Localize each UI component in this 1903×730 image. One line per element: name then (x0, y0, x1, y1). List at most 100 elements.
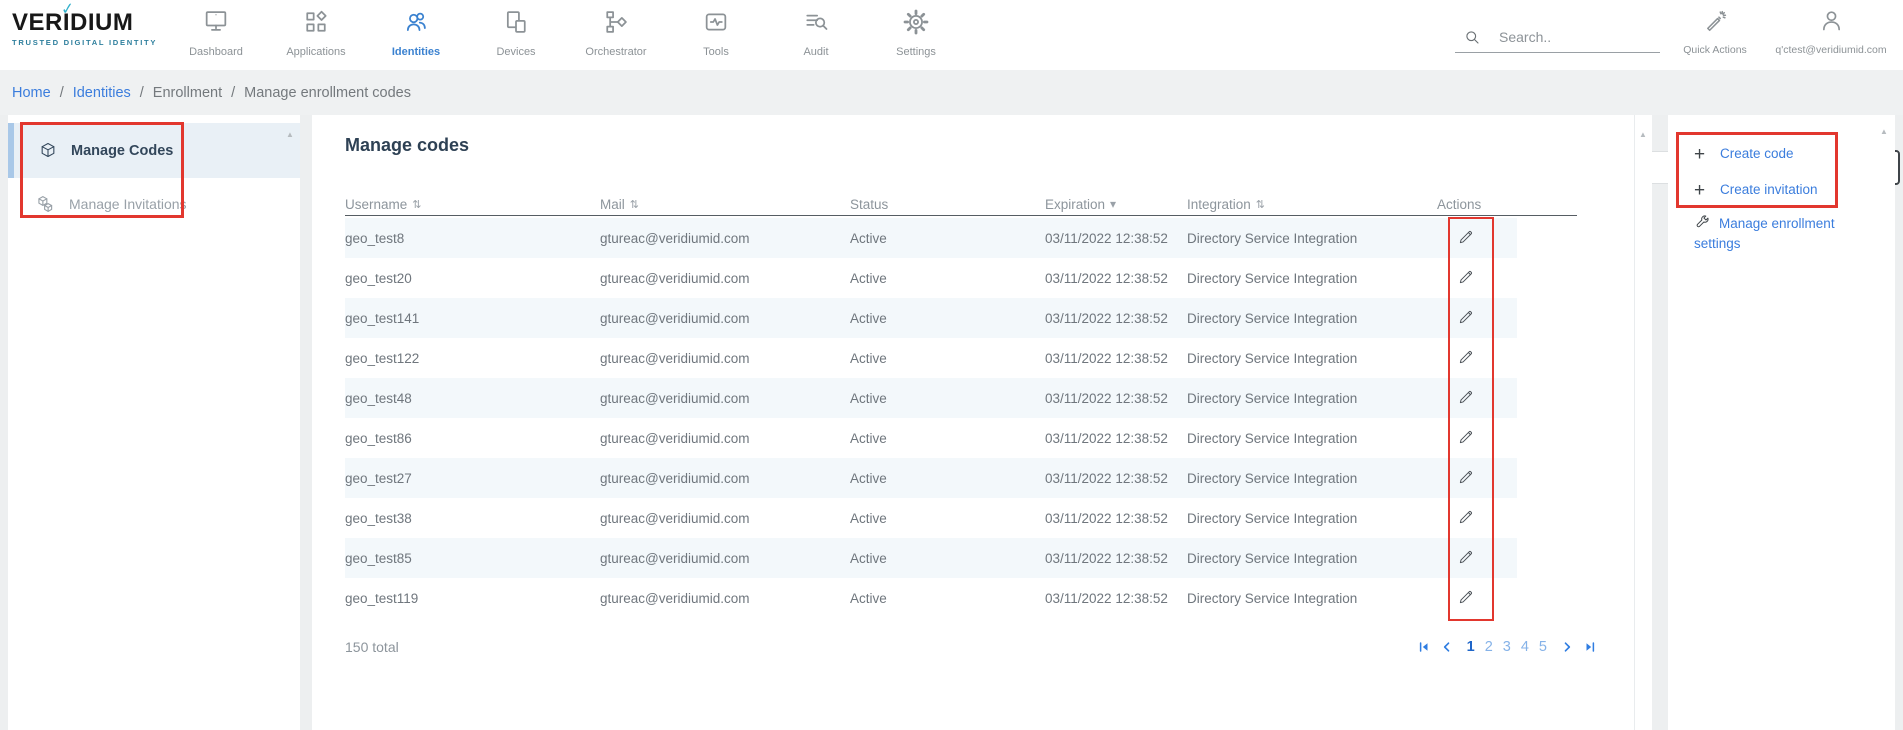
column-header-status[interactable]: Status (850, 197, 1045, 212)
column-header-integration[interactable]: Integration ⇅ (1187, 197, 1437, 212)
nav-item-applications[interactable]: Applications (266, 4, 366, 58)
page-link-3[interactable]: 3 (1503, 639, 1511, 655)
edit-code-button[interactable] (1457, 388, 1475, 406)
nav-item-dashboard[interactable]: Dashboard (166, 4, 266, 58)
edit-code-button[interactable] (1457, 348, 1475, 366)
cell-mail: gtureac@veridiumid.com (600, 551, 850, 566)
page-numbers: 12345 (1467, 639, 1547, 655)
scroll-up-icon[interactable]: ▲ (286, 130, 294, 139)
column-header-username[interactable]: Username ⇅ (345, 197, 600, 212)
last-page-button[interactable] (1583, 640, 1597, 654)
cell-integration: Directory Service Integration (1187, 591, 1437, 606)
cubes-icon (35, 194, 56, 215)
table-row: geo_test20 gtureac@veridiumid.com Active… (345, 258, 1517, 298)
cell-status: Active (850, 471, 1045, 486)
cell-status: Active (850, 511, 1045, 526)
cell-expiration: 03/11/2022 12:38:52 (1045, 231, 1187, 246)
page-link-1[interactable]: 1 (1467, 639, 1475, 655)
edit-code-button[interactable] (1457, 508, 1475, 526)
cell-username: geo_test38 (345, 511, 600, 526)
nav-item-devices[interactable]: Devices (466, 4, 566, 58)
nav-item-tools[interactable]: Tools (666, 4, 766, 58)
cell-integration: Directory Service Integration (1187, 511, 1437, 526)
previous-page-icon (1440, 640, 1454, 654)
cell-username: geo_test8 (345, 231, 600, 246)
scroll-up-icon[interactable]: ▲ (1880, 127, 1888, 136)
edit-code-button[interactable] (1457, 308, 1475, 326)
cell-actions (1437, 228, 1517, 249)
next-page-button[interactable] (1560, 640, 1574, 654)
breadcrumb-enrollment: Enrollment (153, 85, 222, 101)
edit-code-button[interactable] (1457, 428, 1475, 446)
cell-mail: gtureac@veridiumid.com (600, 431, 850, 446)
cell-status: Active (850, 551, 1045, 566)
tools-icon (702, 8, 730, 36)
nav-item-identities[interactable]: Identities (366, 4, 466, 58)
primary-nav: Dashboard Applications Identities Device… (166, 4, 966, 58)
pencil-icon (1457, 428, 1475, 446)
brand-tagline: TRUSTED DIGITAL IDENTITY (12, 38, 162, 47)
global-search-input[interactable] (1497, 28, 1637, 46)
edit-code-button[interactable] (1457, 588, 1475, 606)
cell-status: Active (850, 591, 1045, 606)
nav-item-settings[interactable]: Settings (866, 4, 966, 58)
veridium-admin-screen: VERIDIUM ✓ TRUSTED DIGITAL IDENTITY Dash… (0, 0, 1903, 730)
cell-mail: gtureac@veridiumid.com (600, 511, 850, 526)
create-invitation-link[interactable]: +Create invitation (1694, 180, 1858, 200)
nav-item-orchestrator[interactable]: Orchestrator (566, 4, 666, 58)
right-panel: +Create code +Create invitation Manage e… (1668, 115, 1895, 730)
identities-icon (402, 8, 430, 36)
nav-item-label: Orchestrator (585, 46, 646, 58)
table-row: geo_test141 gtureac@veridiumid.com Activ… (345, 298, 1517, 338)
user-menu[interactable]: q'ctest@veridiumid.com (1768, 7, 1894, 56)
manage-enrollment-settings-link[interactable]: Manage enrollment settings (1694, 214, 1858, 254)
cell-mail: gtureac@veridiumid.com (600, 391, 850, 406)
column-header-label: Integration (1187, 197, 1251, 212)
column-header-label: Status (850, 197, 888, 212)
cell-username: geo_test20 (345, 271, 600, 286)
cell-status: Active (850, 311, 1045, 326)
cell-expiration: 03/11/2022 12:38:52 (1045, 511, 1187, 526)
create-code-link[interactable]: +Create code (1694, 144, 1858, 164)
table-row: geo_test48 gtureac@veridiumid.com Active… (345, 378, 1517, 418)
page-link-5[interactable]: 5 (1539, 639, 1547, 655)
nav-item-label: Tools (703, 46, 729, 58)
page-link-2[interactable]: 2 (1485, 639, 1493, 655)
edit-code-button[interactable] (1457, 268, 1475, 286)
sort-icon: ⇅ (1256, 198, 1265, 211)
edit-code-button[interactable] (1457, 468, 1475, 486)
column-header-actions[interactable]: Actions (1437, 197, 1517, 212)
previous-page-button[interactable] (1440, 640, 1454, 654)
cell-expiration: 03/11/2022 12:38:52 (1045, 311, 1187, 326)
edit-code-button[interactable] (1457, 548, 1475, 566)
column-header-label: Mail (600, 197, 625, 212)
column-header-expiration[interactable]: Expiration ▾ (1045, 197, 1187, 212)
nav-item-audit[interactable]: Audit (766, 4, 866, 58)
user-icon (1818, 7, 1845, 34)
breadcrumb-home[interactable]: Home (12, 85, 51, 101)
gear-icon (902, 8, 930, 36)
cell-mail: gtureac@veridiumid.com (600, 471, 850, 486)
magic-wand-icon (1703, 9, 1728, 34)
scroll-up-icon[interactable]: ▲ (1639, 130, 1647, 139)
veridium-logo[interactable]: VERIDIUM ✓ TRUSTED DIGITAL IDENTITY (12, 11, 162, 47)
devices-icon (502, 8, 530, 36)
cell-actions (1437, 588, 1517, 609)
sort-icon: ▾ (1110, 197, 1116, 211)
nav-item-label: Devices (496, 46, 535, 58)
plus-icon: + (1694, 145, 1711, 164)
sidebar-item-manage-codes[interactable]: Manage Codes (8, 123, 300, 178)
pencil-icon (1457, 388, 1475, 406)
table-row: geo_test122 gtureac@veridiumid.com Activ… (345, 338, 1517, 378)
breadcrumb-identities[interactable]: Identities (73, 85, 131, 101)
sidebar-item-manage-invitations[interactable]: Manage Invitations (8, 178, 300, 230)
cell-actions (1437, 428, 1517, 449)
first-page-button[interactable] (1417, 640, 1431, 654)
quick-actions-button[interactable]: Quick Actions (1677, 9, 1753, 56)
page-link-4[interactable]: 4 (1521, 639, 1529, 655)
edit-code-button[interactable] (1457, 228, 1475, 246)
table-row: geo_test8 gtureac@veridiumid.com Active … (345, 218, 1517, 258)
cell-expiration: 03/11/2022 12:38:52 (1045, 351, 1187, 366)
column-header-mail[interactable]: Mail ⇅ (600, 197, 850, 212)
cell-mail: gtureac@veridiumid.com (600, 591, 850, 606)
